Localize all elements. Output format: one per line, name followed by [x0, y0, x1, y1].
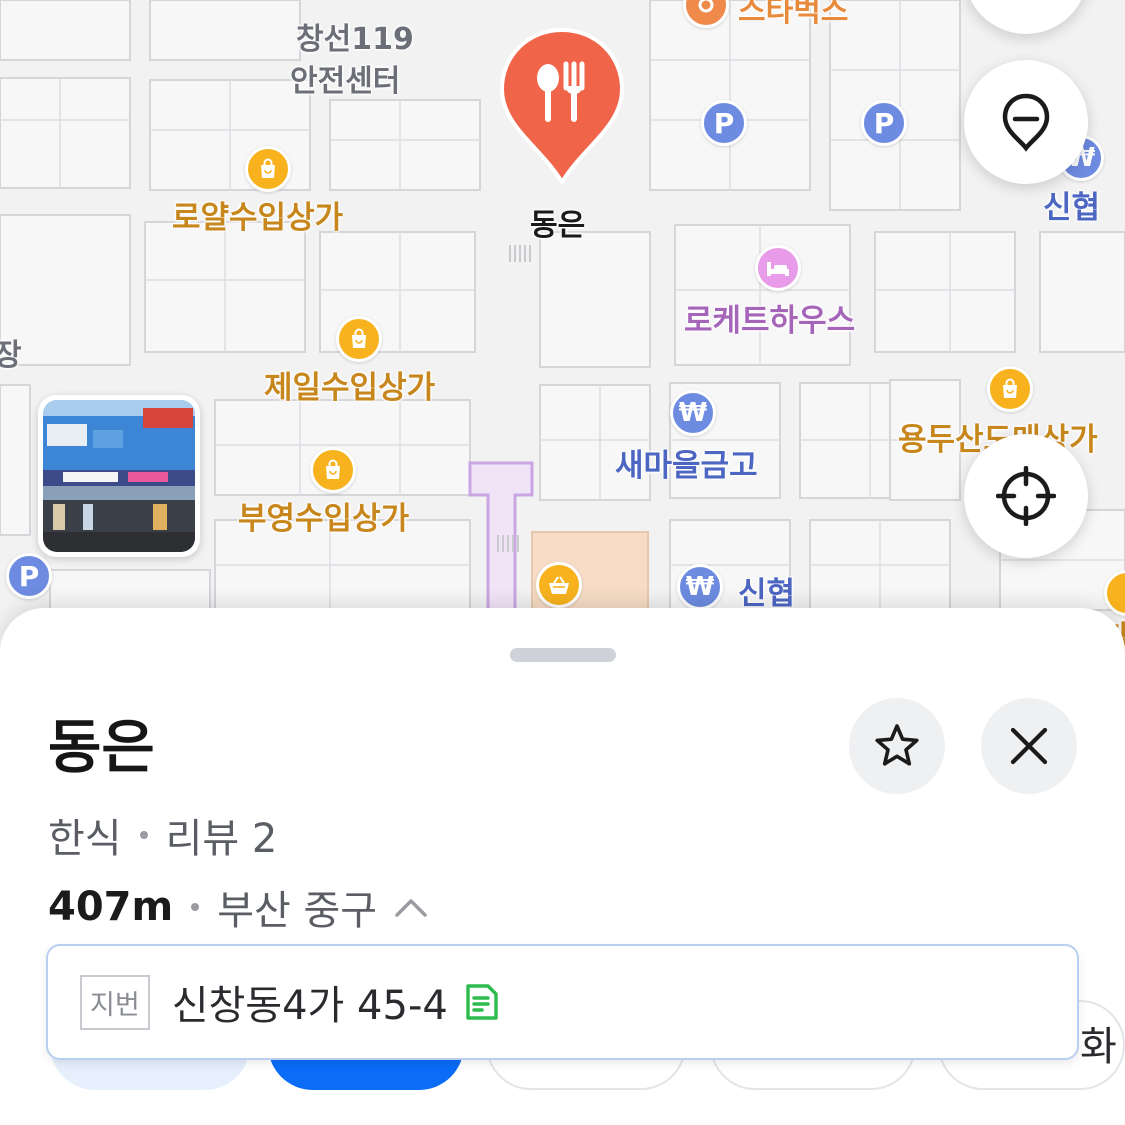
- hotel-icon[interactable]: [755, 245, 801, 291]
- bank-icon[interactable]: ₩: [670, 390, 716, 436]
- basket-icon[interactable]: [536, 562, 582, 608]
- map-label-starbucks[interactable]: 스타벅스: [738, 0, 848, 30]
- close-icon: [1010, 727, 1048, 765]
- street-view-thumbnail[interactable]: [38, 395, 200, 557]
- review-count[interactable]: 리뷰 2: [166, 806, 278, 864]
- map-view[interactable]: 로얄수입상가 제일수입상가 부영수입상가 용두산도매상가 스타벅스 창선119 …: [0, 0, 1125, 680]
- current-location-icon: [996, 466, 1056, 526]
- separator-dot: [191, 903, 200, 911]
- place-region: 부산 중구: [217, 888, 378, 934]
- map-label-rocket[interactable]: 로케트하우스: [684, 295, 855, 340]
- current-location-button[interactable]: [964, 434, 1088, 558]
- route-pin-icon: [1002, 93, 1050, 152]
- parking-icon[interactable]: P: [701, 100, 747, 146]
- bank-icon[interactable]: ₩: [677, 564, 723, 610]
- map-label-edge-left: 장: [0, 338, 22, 373]
- sheet-drag-handle[interactable]: [510, 648, 616, 662]
- restaurant-pin-icon[interactable]: [499, 26, 625, 186]
- map-label-royal[interactable]: 로얄수입상가: [172, 192, 343, 237]
- map-label-safety[interactable]: 안전센터: [290, 56, 400, 100]
- chevron-up-icon[interactable]: [391, 893, 431, 921]
- star-icon: [875, 724, 919, 766]
- place-location-row[interactable]: 407m 부산 중구: [48, 878, 431, 936]
- shopping-bag-icon[interactable]: [245, 146, 291, 192]
- map-label-buyeong[interactable]: 부영수입상가: [238, 493, 409, 538]
- place-distance: 407m: [48, 884, 174, 930]
- separator-dot: [139, 831, 148, 839]
- favorite-button[interactable]: [849, 698, 945, 794]
- map-label-selected-place[interactable]: 동은: [530, 200, 585, 244]
- address-type-tag: 지번: [80, 974, 150, 1030]
- close-button[interactable]: [981, 698, 1077, 794]
- place-meta-row: 한식 리뷰 2: [48, 806, 277, 864]
- map-label-saemaeul[interactable]: 새마을금고: [615, 440, 758, 485]
- address-popup[interactable]: 지번 신창동4가 45-4: [46, 944, 1079, 1060]
- parking-icon[interactable]: P: [6, 553, 52, 599]
- shopping-bag-icon[interactable]: [310, 447, 356, 493]
- map-label-jeil[interactable]: 제일수입상가: [264, 362, 435, 407]
- address-text: 신창동4가 45-4: [171, 983, 448, 1029]
- action-button-5-label: 화: [1080, 1024, 1117, 1070]
- route-pin-button[interactable]: [964, 60, 1088, 184]
- parking-icon[interactable]: P: [861, 100, 907, 146]
- map-label-shinhyup-right[interactable]: 신협: [1043, 182, 1100, 227]
- place-category: 한식: [48, 816, 122, 862]
- map-label-changseon[interactable]: 창선119: [296, 14, 414, 58]
- shopping-bag-icon[interactable]: [987, 366, 1033, 412]
- place-title: 동은: [48, 713, 155, 781]
- copy-icon[interactable]: [464, 982, 500, 1022]
- map-label-shinhyup-bottom[interactable]: 신협: [738, 568, 795, 613]
- shopping-bag-icon[interactable]: [336, 316, 382, 362]
